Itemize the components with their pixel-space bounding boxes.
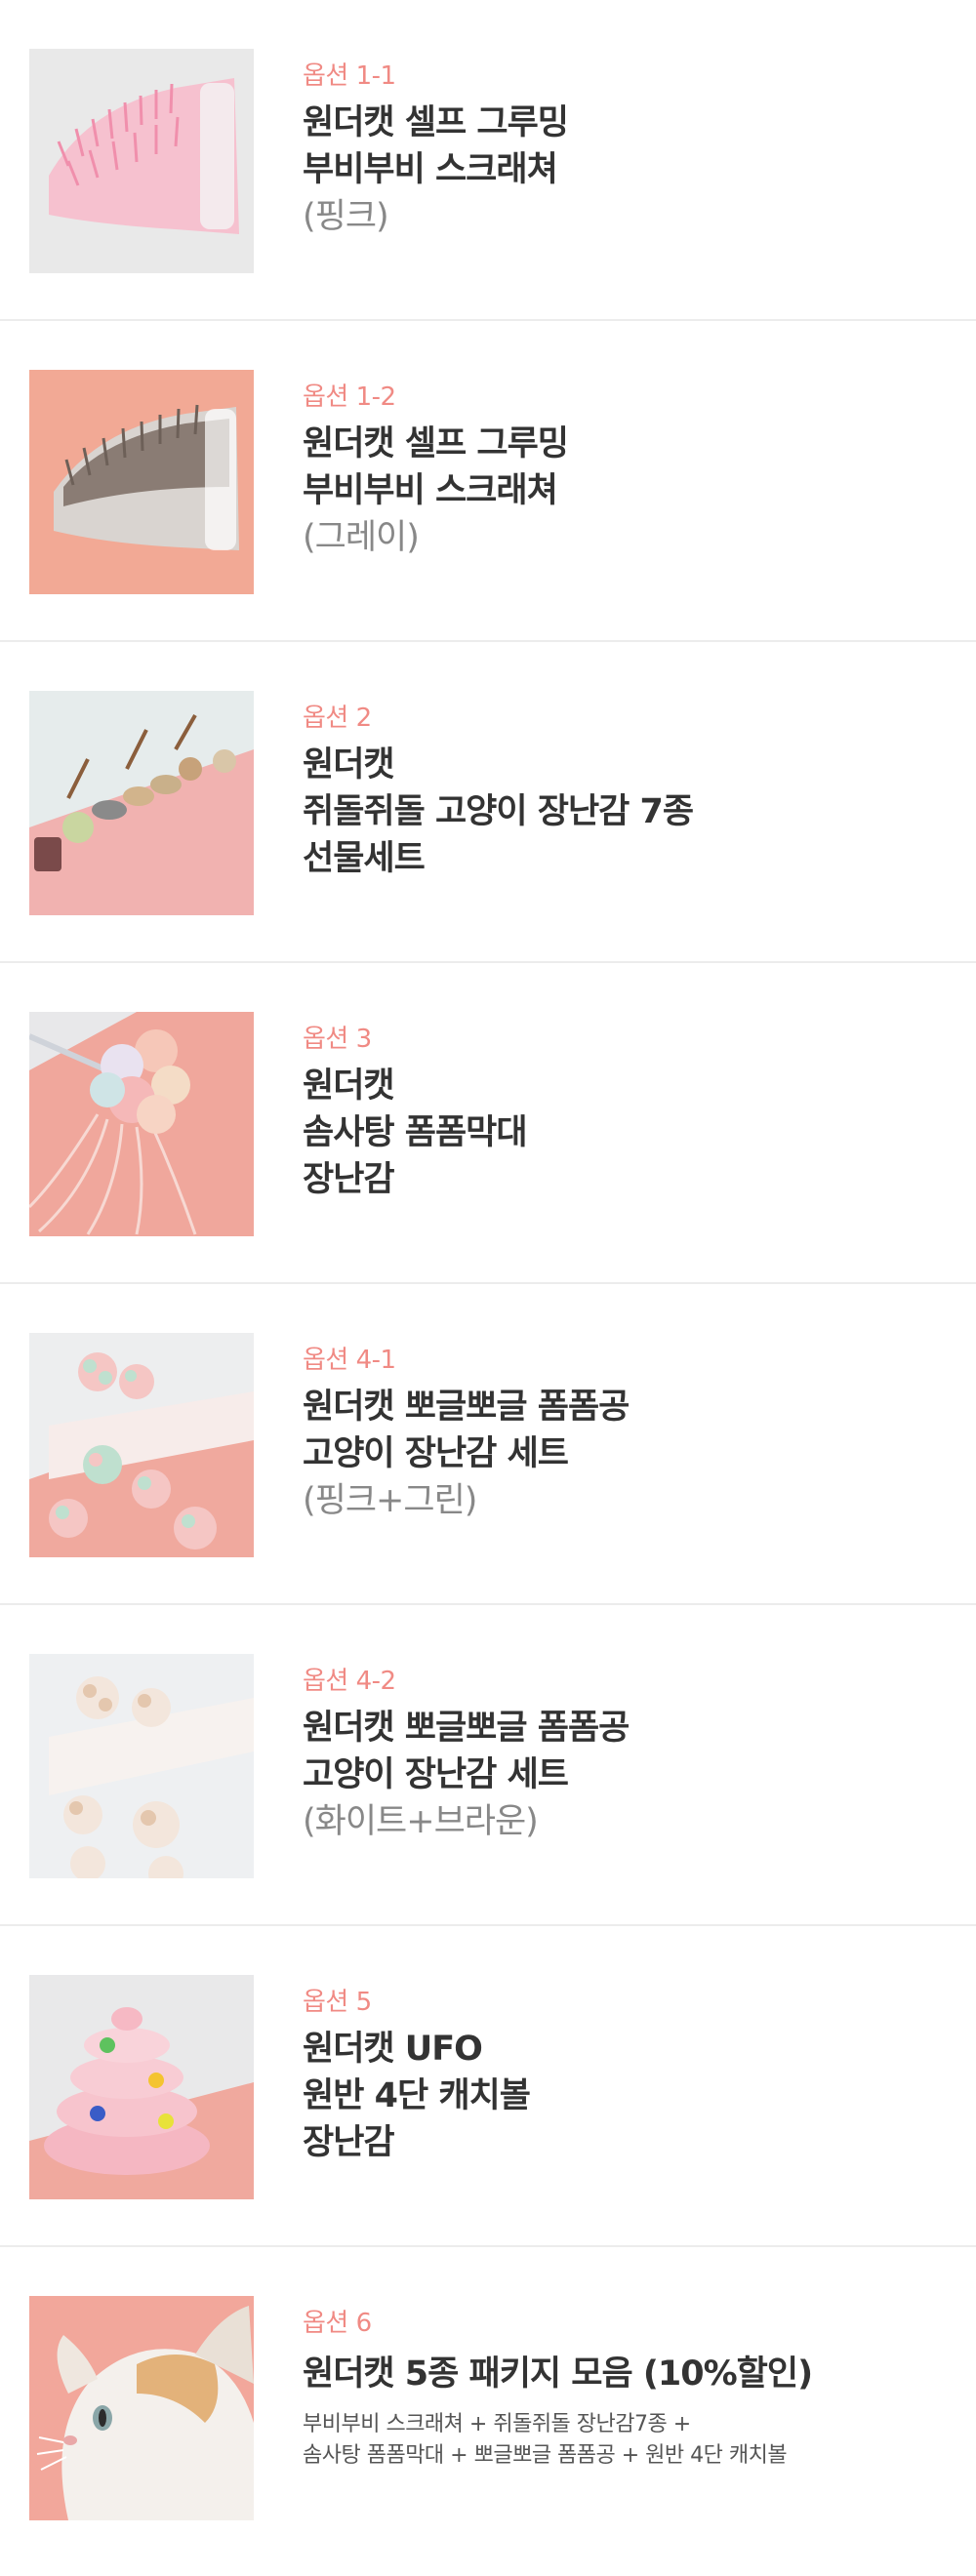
option-row-1-1[interactable]: 옵션 1-1 원더캣 셀프 그루밍 부비부비 스크래쳐 (핑크)	[0, 0, 976, 321]
option-title-line: 고양이 장난감 세트	[303, 1434, 569, 1473]
option-title-line: 고양이 장난감 세트	[303, 1755, 569, 1794]
option-description-line: 솜사탕 폼폼막대 + 뽀글뽀글 폼폼공 + 원반 4단 캐치볼	[303, 2443, 788, 2468]
option-title-line: 원더캣 뽀글뽀글 폼폼공	[303, 1709, 630, 1748]
option-info: 옵션 3 원더캣 솜사탕 폼폼막대 장난감	[303, 1022, 947, 1203]
option-title-line: 원더캣 뽀글뽀글 폼폼공	[303, 1388, 630, 1427]
option-title-line: 원더캣 UFO	[303, 2030, 483, 2069]
option-row-3[interactable]: 옵션 3 원더캣 솜사탕 폼폼막대 장난감	[0, 963, 976, 1284]
option-info: 옵션 2 원더캣 쥐돌쥐돌 고양이 장난감 7종 선물세트	[303, 701, 947, 882]
option-row-1-2[interactable]: 옵션 1-2 원더캣 셀프 그루밍 부비부비 스크래쳐 (그레이)	[0, 321, 976, 642]
option-title-line: 원반 4단 캐치볼	[303, 2076, 531, 2115]
option-label: 옵션 6	[303, 2309, 372, 2338]
option-info: 옵션 4-1 원더캣 뽀글뽀글 폼폼공 고양이 장난감 세트 (핑크+그린)	[303, 1343, 947, 1524]
option-image-pompom-balls-white-brown	[29, 1654, 254, 1878]
product-option-list: 옵션 1-1 원더캣 셀프 그루밍 부비부비 스크래쳐 (핑크) 옵션 1-2 …	[0, 0, 976, 2575]
option-title-line: 선물세트	[303, 839, 426, 878]
option-image-pink-scratcher	[29, 49, 254, 273]
option-color-variant: (핑크+그린)	[303, 1481, 477, 1520]
option-row-6[interactable]: 옵션 6 원더캣 5종 패키지 모음 (10%할인) 부비부비 스크래쳐 + 쥐…	[0, 2247, 976, 2575]
option-row-5[interactable]: 옵션 5 원더캣 UFO 원반 4단 캐치볼 장난감	[0, 1926, 976, 2247]
option-title-line: 원더캣	[303, 745, 395, 785]
option-title-line: 장난감	[303, 2123, 395, 2162]
option-info: 옵션 4-2 원더캣 뽀글뽀글 폼폼공 고양이 장난감 세트 (화이트+브라운)	[303, 1664, 947, 1845]
option-info: 옵션 1-1 원더캣 셀프 그루밍 부비부비 스크래쳐 (핑크)	[303, 59, 947, 240]
option-info: 옵션 5 원더캣 UFO 원반 4단 캐치볼 장난감	[303, 1985, 947, 2166]
option-title-line: 부비부비 스크래쳐	[303, 471, 558, 510]
option-row-4-2[interactable]: 옵션 4-2 원더캣 뽀글뽀글 폼폼공 고양이 장난감 세트 (화이트+브라운)	[0, 1605, 976, 1926]
option-label: 옵션 3	[303, 1025, 372, 1054]
option-image-cat-package	[29, 2296, 254, 2520]
option-title-line: 원더캣 5종 패키지 모음 (10%할인)	[303, 2355, 813, 2394]
option-color-variant: (화이트+브라운)	[303, 1802, 539, 1841]
option-title-line: 원더캣	[303, 1067, 395, 1106]
option-label: 옵션 4-2	[303, 1667, 396, 1696]
option-title-line: 쥐돌쥐돌 고양이 장난감 7종	[303, 792, 694, 831]
option-row-2[interactable]: 옵션 2 원더캣 쥐돌쥐돌 고양이 장난감 7종 선물세트	[0, 642, 976, 963]
option-label: 옵션 4-1	[303, 1346, 396, 1375]
option-label: 옵션 1-2	[303, 382, 396, 412]
option-title-line: 솜사탕 폼폼막대	[303, 1113, 528, 1152]
option-row-4-1[interactable]: 옵션 4-1 원더캣 뽀글뽀글 폼폼공 고양이 장난감 세트 (핑크+그린)	[0, 1284, 976, 1605]
option-title-line: 원더캣 셀프 그루밍	[303, 103, 569, 142]
option-title-line: 장난감	[303, 1160, 395, 1199]
option-image-mouse-toy-set	[29, 691, 254, 915]
option-color-variant: (그레이)	[303, 518, 420, 557]
option-image-pompom-balls-pink-green	[29, 1333, 254, 1557]
option-description-line: 부비부비 스크래쳐 + 쥐돌쥐돌 장난감7종 +	[303, 2412, 691, 2436]
option-image-ufo-catch-ball	[29, 1975, 254, 2199]
option-image-pompom-wand	[29, 1012, 254, 1236]
option-info: 옵션 6 원더캣 5종 패키지 모음 (10%할인) 부비부비 스크래쳐 + 쥐…	[303, 2306, 947, 2472]
option-color-variant: (핑크)	[303, 197, 389, 236]
option-label: 옵션 2	[303, 704, 372, 733]
option-image-gray-scratcher	[29, 370, 254, 594]
option-info: 옵션 1-2 원더캣 셀프 그루밍 부비부비 스크래쳐 (그레이)	[303, 380, 947, 561]
option-label: 옵션 1-1	[303, 61, 396, 91]
option-title-line: 원더캣 셀프 그루밍	[303, 424, 569, 463]
option-description: 부비부비 스크래쳐 + 쥐돌쥐돌 장난감7종 + 솜사탕 폼폼막대 + 뽀글뽀글…	[303, 2409, 947, 2472]
option-title-line: 부비부비 스크래쳐	[303, 150, 558, 189]
option-label: 옵션 5	[303, 1988, 372, 2017]
